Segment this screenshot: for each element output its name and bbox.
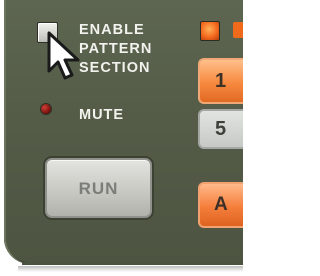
partial-indicator-led	[233, 22, 243, 38]
panel-bottom-edge	[22, 262, 243, 265]
pattern-a-button[interactable]: A	[198, 182, 243, 228]
run-button[interactable]: RUN	[45, 158, 152, 218]
pattern-label-line: PATTERN	[79, 41, 153, 57]
enable-pattern-section-label: ENABLE PATTERN SECTION	[79, 21, 152, 78]
pattern-indicator-led	[200, 21, 220, 41]
bank-1-button[interactable]: 1	[198, 58, 243, 104]
bank-5-label: 5	[215, 118, 227, 140]
enable-label-line: ENABLE	[79, 22, 145, 38]
bank-5-button[interactable]: 5	[198, 109, 243, 149]
device-screenshot: ENABLE PATTERN SECTION MUTE RUN 1 5 A	[0, 0, 243, 276]
mute-label: MUTE	[79, 107, 125, 123]
bank-1-label: 1	[215, 70, 227, 92]
section-label-line: SECTION	[79, 60, 151, 76]
enable-pattern-section-checkbox[interactable]	[37, 22, 58, 43]
panel-shadow	[18, 266, 243, 272]
run-button-label: RUN	[78, 179, 119, 198]
mute-led[interactable]	[41, 104, 51, 114]
pattern-a-label: A	[214, 194, 228, 215]
